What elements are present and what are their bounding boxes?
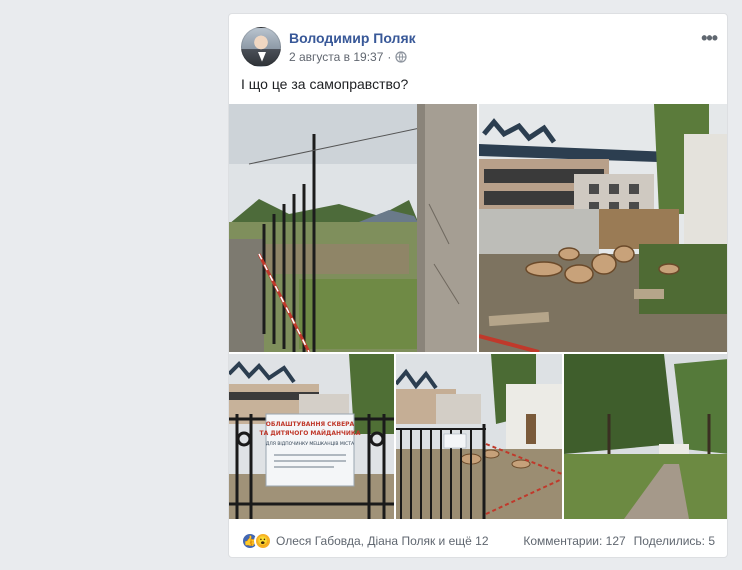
globe-icon[interactable] bbox=[395, 51, 408, 63]
author-name[interactable]: Володимир Поляк bbox=[289, 30, 416, 46]
page-background bbox=[0, 0, 228, 570]
author-avatar[interactable] bbox=[241, 27, 281, 67]
post-meta: 2 августа в 19:37 · bbox=[289, 50, 408, 64]
meta-separator: · bbox=[387, 50, 392, 64]
sign-title-2: ТА ДИТЯЧОГО МАЙДАНЧИКА bbox=[260, 429, 361, 437]
facebook-post: Володимир Поляк 2 августа в 19:37 · ••• … bbox=[228, 13, 728, 558]
reactions[interactable]: 👍 😮 bbox=[241, 532, 272, 550]
park-path-photo[interactable] bbox=[564, 354, 727, 519]
more-options-icon[interactable]: ••• bbox=[701, 28, 718, 49]
post-footer: 👍 😮 Олеся Габовда, Діана Поляк и ещё 12 … bbox=[241, 530, 715, 552]
sign-subtitle: ДЛЯ ВІДПОЧИНКУ МЕШКАНЦІВ МІСТА bbox=[266, 441, 355, 447]
cut-tree-stumps-photo[interactable] bbox=[479, 104, 727, 352]
construction-sign-photo[interactable]: ОБЛАШТУВАННЯ СКВЕРА ТА ДИТЯЧОГО МАЙДАНЧИ… bbox=[229, 354, 394, 519]
comments-count[interactable]: Комментарии: 127 bbox=[523, 534, 625, 548]
shares-count[interactable]: Поделились: 5 bbox=[634, 534, 715, 548]
post-text: І що це за самоправство? bbox=[241, 76, 409, 92]
post-date[interactable]: 2 августа в 19:37 bbox=[289, 50, 383, 64]
wow-icon[interactable]: 😮 bbox=[254, 532, 272, 550]
fence-and-field-photo[interactable] bbox=[229, 104, 477, 352]
fenced-area-photo[interactable] bbox=[396, 354, 562, 519]
sign-title: ОБЛАШТУВАННЯ СКВЕРА bbox=[266, 421, 355, 428]
reactors-list[interactable]: Олеся Габовда, Діана Поляк и ещё 12 bbox=[276, 534, 489, 548]
